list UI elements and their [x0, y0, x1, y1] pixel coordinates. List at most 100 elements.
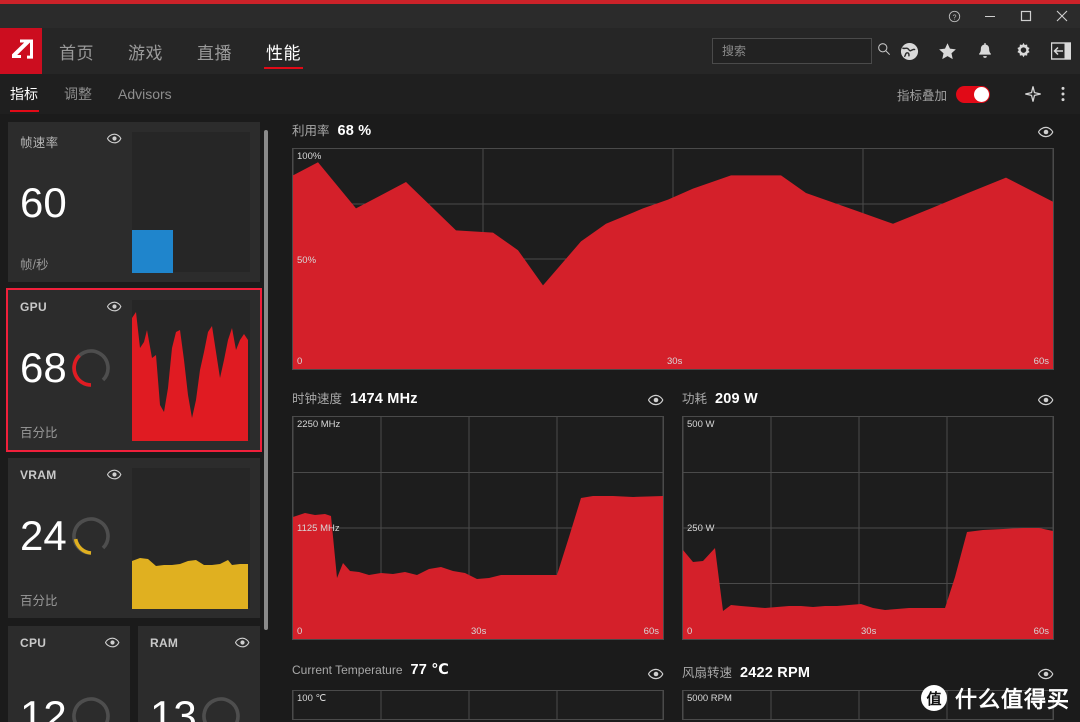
card-value: 13 — [150, 692, 197, 722]
bell-icon[interactable] — [966, 28, 1004, 74]
eye-icon[interactable] — [1037, 393, 1054, 411]
chart-value: 77 ℃ — [410, 662, 450, 678]
amd-logo-icon[interactable] — [0, 28, 42, 74]
card-left: VRAM 24 百分比 — [8, 458, 132, 618]
search-icon — [877, 42, 891, 61]
gauge-gpu — [71, 348, 111, 388]
gear-icon[interactable] — [1004, 28, 1042, 74]
plot-clock-speed: 2250 MHz 1125 MHz 0 30s 60s — [292, 416, 664, 640]
chart-title: Current Temperature — [292, 663, 403, 677]
kebab-menu-icon[interactable] — [1050, 74, 1076, 114]
card-unit: 帧/秒 — [20, 258, 49, 272]
nav-item-label: 游戏 — [128, 43, 163, 63]
metrics-overlay-toggle[interactable] — [956, 85, 990, 103]
chart-clock-speed: 时钟速度 1474 MHz 2250 MHz 1125 MHz 0 30s 60… — [282, 388, 674, 640]
chart-utilization: 利用率 68 % 100% 50% 0 30s 60s — [282, 120, 1064, 370]
metric-card-framerate[interactable]: 帧速率 60 帧/秒 — [8, 122, 260, 282]
help-button[interactable]: ? — [936, 4, 972, 28]
eye-icon[interactable] — [106, 299, 122, 317]
card-value-row: 60 — [20, 178, 132, 226]
chart-header: 利用率 68 % — [282, 120, 1064, 148]
nav-items: 首页 游戏 直播 性能 — [42, 28, 318, 74]
minimize-button[interactable] — [972, 4, 1008, 28]
card-unit: 百分比 — [20, 426, 58, 440]
nav-item-streaming[interactable]: 直播 — [180, 28, 249, 74]
nav-item-performance[interactable]: 性能 — [249, 28, 318, 74]
tab-metrics[interactable]: 指标 — [0, 74, 51, 114]
nav-item-home[interactable]: 首页 — [42, 28, 111, 74]
metric-card-gpu[interactable]: GPU 68 百分比 — [6, 288, 262, 452]
sub-navbar: 指标 调整 Advisors 指标叠加 — [0, 74, 1080, 114]
watermark-badge-icon: 值 — [920, 685, 947, 711]
card-value-row: 12 — [20, 695, 130, 722]
navbar-right — [712, 28, 1080, 74]
nav-item-gaming[interactable]: 游戏 — [111, 28, 180, 74]
card-left: 帧速率 60 帧/秒 — [8, 122, 132, 282]
svg-text:?: ? — [952, 14, 956, 21]
nav-item-label: 直播 — [197, 43, 232, 63]
gauge-cpu — [71, 696, 111, 722]
metric-card-cpu[interactable]: CPU 12 — [8, 626, 130, 722]
tab-label: 指标 — [10, 86, 38, 102]
metrics-overlay-label: 指标叠加 — [896, 88, 947, 103]
tab-advisors[interactable]: Advisors — [105, 74, 185, 114]
eye-icon[interactable] — [104, 635, 120, 653]
star-icon[interactable] — [928, 28, 966, 74]
card-sparkline-vram — [132, 468, 250, 609]
plot-utilization: 100% 50% 0 30s 60s — [292, 148, 1054, 370]
chart-header: Current Temperature 77 ℃ — [282, 662, 674, 690]
collapse-icon[interactable] — [1042, 28, 1080, 74]
metric-card-row: CPU 12 RAM 13 — [8, 626, 280, 722]
crosshair-icon[interactable] — [1016, 74, 1050, 114]
sidebar-scrollbar-thumb[interactable] — [264, 130, 268, 630]
chart-title: 风扇转速 — [682, 666, 733, 680]
search-input[interactable] — [722, 44, 877, 58]
chart-temperature: Current Temperature 77 ℃ 100 ℃ — [282, 662, 674, 720]
card-left: GPU 68 百分比 — [8, 290, 132, 450]
eye-icon[interactable] — [234, 635, 250, 653]
eye-icon[interactable] — [647, 393, 664, 411]
card-sparkline-framerate — [132, 132, 250, 273]
metric-card-vram[interactable]: VRAM 24 百分比 — [8, 458, 260, 618]
tab-tuning[interactable]: 调整 — [51, 74, 105, 114]
metrics-sidebar: 帧速率 60 帧/秒 GPU 68 百分比 VRAM 24 百分比 CPU 12… — [0, 114, 280, 722]
card-value: 12 — [20, 692, 67, 722]
plot-temperature: 100 ℃ — [292, 690, 664, 720]
card-value-row: 24 — [20, 515, 132, 557]
nav-item-label: 性能 — [266, 43, 301, 63]
card-left: CPU 12 — [8, 626, 130, 722]
watermark: 值 什么值得买 — [920, 682, 1070, 714]
chart-value: 1474 MHz — [350, 391, 418, 407]
card-sparkline-gpu — [132, 300, 250, 441]
tab-label: Advisors — [118, 86, 172, 102]
maximize-button[interactable] — [1008, 4, 1044, 28]
chart-power: 功耗 209 W 500 W 250 W 0 30s 60s — [672, 388, 1064, 640]
chart-value: 209 W — [715, 391, 758, 407]
radeon-software-window: ? 首页 游戏 直播 性能 搜索 指标 调整 Advisors 指标叠加 帧速率… — [0, 0, 1080, 722]
card-value: 60 — [20, 178, 67, 226]
eye-icon[interactable] — [106, 467, 122, 485]
gauge-vram — [71, 516, 111, 556]
eye-icon[interactable] — [1037, 125, 1054, 143]
chart-header: 功耗 209 W — [672, 388, 1064, 416]
eye-icon[interactable] — [106, 131, 122, 149]
card-value: 24 — [20, 512, 67, 559]
card-value-row: 13 — [150, 695, 260, 722]
close-button[interactable] — [1044, 4, 1080, 28]
gauge-ram — [201, 696, 241, 722]
card-unit: 百分比 — [20, 594, 58, 608]
nav-item-label: 首页 — [59, 43, 94, 63]
chart-value: 2422 RPM — [740, 665, 811, 681]
metric-card-ram[interactable]: RAM 13 — [138, 626, 260, 722]
globe-icon[interactable] — [890, 28, 928, 74]
card-left: RAM 13 — [138, 626, 260, 722]
chart-title: 利用率 — [292, 124, 330, 138]
card-value-row: 68 — [20, 347, 132, 389]
eye-icon[interactable] — [647, 667, 664, 685]
watermark-text: 什么值得买 — [954, 687, 1070, 712]
sidebar-scrollbar[interactable] — [264, 122, 268, 712]
chart-header: 时钟速度 1474 MHz — [282, 388, 674, 416]
content-area: 帧速率 60 帧/秒 GPU 68 百分比 VRAM 24 百分比 CPU 12… — [0, 114, 1080, 722]
chart-title: 功耗 — [682, 392, 708, 406]
search-box[interactable] — [712, 38, 891, 64]
